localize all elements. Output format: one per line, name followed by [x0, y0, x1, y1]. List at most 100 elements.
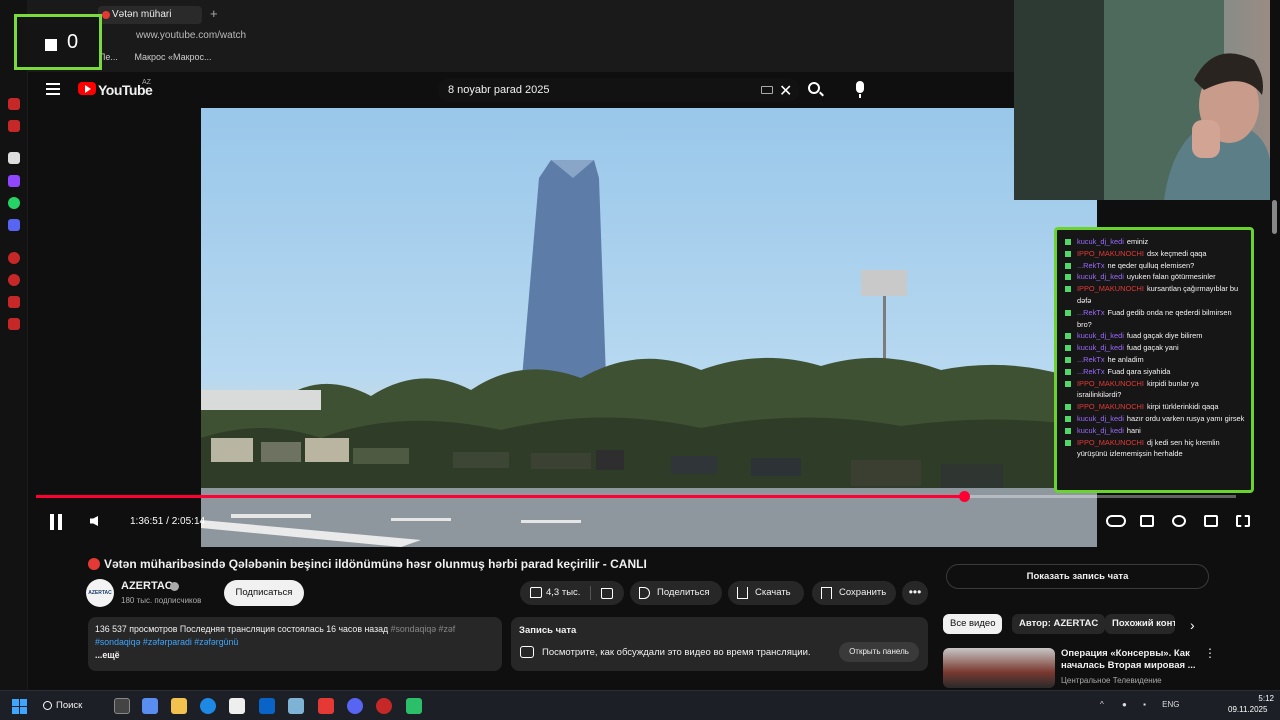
copilot-icon[interactable]: [142, 698, 158, 714]
address-bar[interactable]: www.youtube.com/watch: [136, 30, 246, 41]
pause-button[interactable]: [50, 514, 62, 530]
chat-replay-box: Запись чата Посмотрите, как обсуждали эт…: [511, 617, 928, 671]
progress-handle[interactable]: [958, 491, 970, 502]
recommendation-thumbnail[interactable]: [943, 648, 1055, 688]
chat-text: ne qeder qulluq elemisen?: [1107, 260, 1195, 270]
settings-gear-icon[interactable]: [1172, 515, 1186, 527]
chat-username: kucuk_dj_kedi: [1077, 331, 1124, 341]
show-more-link[interactable]: ...ещё: [95, 649, 495, 662]
chat-text: fuad gaçak diye bilirem: [1126, 331, 1203, 341]
filter-chip-all[interactable]: Все видео: [943, 614, 1003, 634]
search-input[interactable]: 8 noyabr parad 2025: [438, 78, 800, 102]
discord-icon[interactable]: [8, 219, 20, 231]
clock-date[interactable]: 09.11.2025: [1228, 705, 1267, 714]
channel-name[interactable]: AZERTAC: [121, 580, 173, 592]
store-icon[interactable]: [229, 698, 245, 714]
edge-icon[interactable]: [200, 698, 216, 714]
subscribe-button[interactable]: Подписаться: [224, 580, 304, 606]
sidebar-app-icon[interactable]: [8, 252, 20, 264]
clock-time[interactable]: 5:12: [1252, 694, 1274, 703]
verified-icon: [170, 582, 179, 591]
bookmark-item[interactable]: Макрос «Макрос...: [134, 52, 211, 62]
chat-username: kucuk_dj_kedi: [1077, 237, 1124, 246]
outlook-icon[interactable]: [259, 698, 275, 714]
discord-icon[interactable]: [347, 698, 363, 714]
webcam-overlay: [1014, 0, 1270, 200]
chat-badge-icon: [1065, 404, 1071, 411]
clear-search-icon[interactable]: ✕: [779, 81, 792, 101]
search-icon[interactable]: [808, 82, 820, 94]
dislike-icon[interactable]: [601, 588, 613, 599]
twitch-icon[interactable]: [8, 175, 20, 187]
download-label: Скачать: [755, 587, 791, 598]
subtitles-icon[interactable]: [1140, 515, 1154, 527]
task-view-icon[interactable]: [114, 698, 130, 714]
filter-chip-similar[interactable]: Похожий конте: [1105, 614, 1175, 634]
description-box[interactable]: 136 537 просмотров Последняя трансляция …: [88, 617, 502, 671]
chat-message: kucuk_dj_kedi hani: [1063, 425, 1245, 437]
chat-badge-icon: [1065, 368, 1071, 375]
chat-username: kucuk_dj_kedi: [1077, 413, 1124, 423]
filter-chip-author[interactable]: Автор: AZERTAC: [1012, 614, 1106, 634]
view-stats: 136 537 просмотров Последняя трансляция …: [95, 624, 389, 634]
save-label: Сохранить: [839, 587, 887, 598]
app-icon[interactable]: [288, 698, 304, 714]
scrollbar-thumb[interactable]: [1272, 200, 1277, 234]
history-icon[interactable]: [8, 274, 20, 286]
opera-gx-icon[interactable]: [376, 698, 392, 714]
video-player[interactable]: [201, 108, 1097, 547]
download-button[interactable]: Скачать: [728, 581, 804, 605]
menu-icon[interactable]: [46, 83, 60, 95]
new-tab-button[interactable]: +: [210, 6, 218, 21]
sidebar-app-icon[interactable]: [8, 98, 20, 110]
more-actions-button[interactable]: •••: [902, 581, 928, 605]
language-indicator[interactable]: ENG: [1162, 700, 1179, 709]
like-count[interactable]: 4,3 тыс.: [546, 581, 580, 605]
windows-start-icon[interactable]: [12, 699, 27, 714]
whatsapp-icon[interactable]: [8, 197, 20, 209]
chat-username: ...RekTx: [1077, 260, 1105, 270]
hashtags[interactable]: #sondaqiqə #zəfərparadi #zəfərgünü: [95, 636, 495, 649]
chevron-right-icon[interactable]: ›: [1190, 617, 1195, 633]
recording-dot-icon: [102, 11, 110, 19]
page-scrollbar[interactable]: [1270, 200, 1280, 690]
volume-icon[interactable]: [90, 516, 98, 526]
youtube-logo-icon[interactable]: [78, 82, 96, 95]
browser-tab[interactable]: Vətən mühari: [98, 6, 202, 24]
chat-text: uyuken falan götürmesinler: [1126, 272, 1216, 282]
like-icon[interactable]: [530, 587, 542, 598]
share-button[interactable]: Поделиться: [630, 581, 722, 605]
open-panel-button[interactable]: Открыть панель: [839, 642, 919, 662]
tray-network-icon[interactable]: ▪: [1143, 700, 1146, 709]
tray-chevron-icon[interactable]: ^: [1100, 700, 1104, 709]
show-chat-replay-button[interactable]: Показать запись чата: [946, 564, 1209, 589]
chat-badge-icon: [1065, 333, 1071, 340]
browser-toolbar: Vətən mühari + www.youtube.com/watch ...…: [28, 0, 1014, 72]
hashtags-inline[interactable]: #sondaqiqə #zəf: [391, 624, 456, 634]
wps-icon[interactable]: [318, 698, 334, 714]
channel-avatar[interactable]: AZERTAC: [86, 579, 114, 607]
stream-counter-overlay: 0: [14, 14, 102, 70]
tray-mic-icon[interactable]: ●: [1122, 700, 1127, 709]
tab-title: Vətən mühari: [112, 9, 172, 20]
more-vert-icon[interactable]: ⋮: [1204, 646, 1216, 660]
save-button[interactable]: Сохранить: [812, 581, 896, 605]
chat-replay-title: Запись чата: [519, 625, 577, 636]
sidebar-app-icon[interactable]: [8, 120, 20, 132]
settings-icon[interactable]: [8, 318, 20, 330]
file-explorer-icon[interactable]: [171, 698, 187, 714]
chat-text: kirpi türklerinkidi qaqa: [1146, 402, 1219, 412]
chat-username: kucuk_dj_kedi: [1077, 425, 1124, 435]
keyboard-icon[interactable]: [761, 86, 773, 94]
sidebar-app-icon[interactable]: [8, 296, 20, 308]
recommendation-channel[interactable]: Центральное Телевидение: [1061, 676, 1162, 685]
microphone-icon[interactable]: [856, 81, 864, 98]
miniplayer-icon[interactable]: [1204, 515, 1218, 527]
chat-badge-icon: [1065, 415, 1071, 422]
sidebar-app-icon[interactable]: [8, 152, 20, 164]
autoplay-toggle[interactable]: [1106, 515, 1126, 527]
fullscreen-icon[interactable]: [1236, 515, 1250, 527]
recommendation-title[interactable]: Операция «Консервы». Как началась Вторая…: [1061, 648, 1196, 672]
app-icon[interactable]: [406, 698, 422, 714]
taskbar-search[interactable]: Поиск: [42, 695, 98, 717]
